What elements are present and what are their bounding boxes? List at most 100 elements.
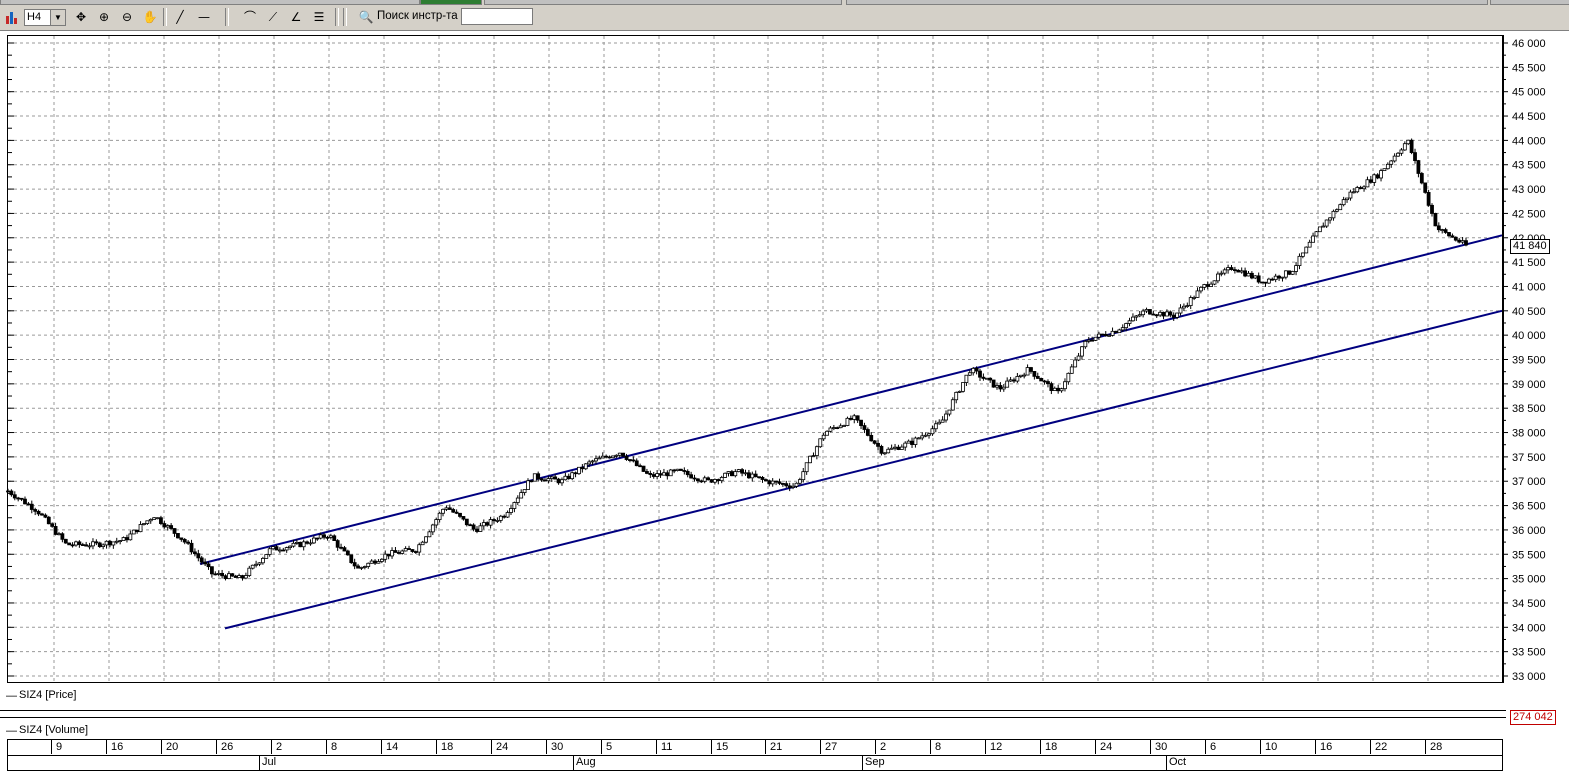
- chart-area[interactable]: 46 000 45 500 45 000 44 500 44 000 43 500 43 0…: [0, 0, 1569, 771]
- candle-body: [430, 524, 435, 533]
- y-tick-label: 43 500: [1512, 160, 1546, 172]
- candle-body: [583, 463, 588, 470]
- candle-body: [1385, 163, 1390, 170]
- candle-body: [876, 442, 880, 447]
- candle-body: [1409, 139, 1414, 153]
- candle-body: [1399, 149, 1404, 154]
- candle-body: [155, 517, 160, 520]
- candle-body: [828, 427, 833, 432]
- candle-body: [407, 548, 411, 550]
- candle-body: [1382, 168, 1387, 172]
- time-tick: [436, 740, 437, 754]
- candle-body: [1372, 174, 1377, 183]
- y-tick-label: 40 500: [1512, 306, 1546, 318]
- time-tick: [106, 740, 107, 754]
- candle-body: [787, 485, 792, 488]
- candle-body: [777, 481, 782, 484]
- candle-body: [961, 382, 965, 392]
- candle-body: [277, 549, 282, 552]
- candle-body: [12, 494, 17, 499]
- candle-body: [33, 509, 38, 512]
- candle-body: [672, 469, 677, 472]
- y-tick-label: 35 000: [1512, 574, 1546, 586]
- candle-body: [29, 503, 34, 510]
- candle-body: [1375, 174, 1380, 179]
- candle-body: [1100, 333, 1105, 336]
- candle-body: [169, 525, 174, 529]
- candle-body: [1266, 278, 1271, 284]
- candle-body: [84, 544, 89, 547]
- candle-body: [176, 533, 180, 539]
- candle-body: [696, 478, 700, 482]
- y-tick-label: 40 000: [1512, 330, 1546, 342]
- candle-body: [1324, 219, 1329, 227]
- candle-body: [1416, 160, 1421, 174]
- candle-body: [1080, 346, 1084, 357]
- candle-body: [366, 562, 371, 567]
- candle-body: [46, 516, 51, 525]
- candle-body: [1093, 336, 1098, 341]
- y-tick-label: 41 500: [1512, 257, 1546, 269]
- candle-body: [284, 547, 289, 551]
- candle-body: [726, 471, 731, 474]
- candle-body: [1107, 335, 1112, 337]
- candle-body: [862, 425, 867, 430]
- price-panel-label: SIZ4 [Price]: [19, 689, 77, 701]
- month-tick: [259, 755, 260, 770]
- candle-body: [60, 533, 65, 540]
- candle-body: [74, 541, 78, 546]
- candle-body: [1032, 371, 1037, 377]
- candle-body: [560, 479, 564, 484]
- month-label: Oct: [1169, 756, 1187, 768]
- candle-body: [237, 575, 242, 578]
- candle-body: [315, 537, 320, 540]
- candle-body: [376, 561, 381, 564]
- candle-body: [213, 573, 218, 576]
- candle-body: [403, 548, 408, 552]
- candle-body: [386, 553, 391, 557]
- candle-body: [740, 469, 744, 474]
- candle-body: [379, 558, 384, 562]
- day-label: 28: [1430, 741, 1443, 753]
- candle-body: [916, 437, 921, 440]
- candle-body: [383, 553, 388, 560]
- candle-body: [1175, 312, 1180, 318]
- candle-body: [651, 474, 656, 477]
- candle-body: [349, 554, 354, 563]
- candle-body: [519, 492, 524, 499]
- candle-body: [893, 446, 897, 449]
- candle-body: [373, 560, 377, 564]
- candle-body: [967, 372, 972, 376]
- candle-body: [1433, 212, 1438, 227]
- candle-body: [1178, 307, 1183, 314]
- candle-body: [1195, 290, 1200, 298]
- candle-body: [757, 476, 761, 479]
- candle-body: [882, 452, 887, 455]
- y-tick-label: 37 000: [1512, 476, 1546, 488]
- candle-body: [128, 533, 133, 541]
- price-axis-line: [1503, 35, 1504, 683]
- candle-body: [230, 573, 235, 577]
- candle-body: [138, 524, 143, 533]
- candle-body: [709, 479, 714, 483]
- candle-body: [298, 541, 303, 548]
- y-tick-label: 44 500: [1512, 111, 1546, 123]
- candle-body: [121, 537, 126, 541]
- candle-body: [1042, 380, 1047, 383]
- candle-body: [743, 472, 748, 475]
- candle-body: [257, 562, 262, 565]
- candle-body: [607, 456, 612, 459]
- candle-body: [271, 546, 275, 550]
- candle-body: [886, 448, 891, 454]
- y-tick-label: 37 500: [1512, 452, 1546, 464]
- candle-body: [352, 562, 357, 567]
- day-label: 30: [1155, 741, 1168, 753]
- candle-body: [954, 391, 959, 401]
- candle-body: [1253, 275, 1258, 279]
- candle-body: [1185, 305, 1190, 307]
- candle-body: [699, 480, 704, 483]
- candle-body: [631, 459, 636, 462]
- day-label: 6: [1210, 741, 1217, 753]
- time-tick: [1315, 740, 1316, 754]
- candle-body: [206, 563, 211, 568]
